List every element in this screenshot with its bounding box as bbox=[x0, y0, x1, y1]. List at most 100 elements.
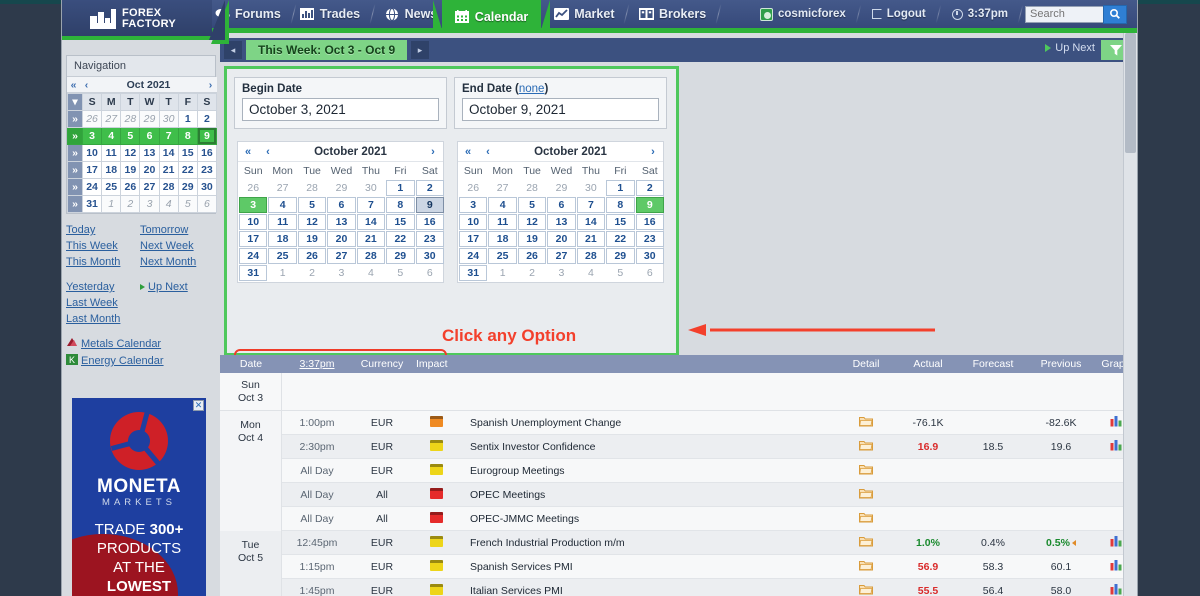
mini-day-cell[interactable]: 31 bbox=[81, 195, 103, 213]
sidebar-link-next-week[interactable]: Next Week bbox=[140, 240, 194, 252]
nav-tab-brokers[interactable]: Brokers bbox=[626, 0, 722, 28]
vertical-scrollbar[interactable] bbox=[1123, 33, 1137, 596]
mini-calendar-week-row[interactable]: » 31 1 2 3 4 5 6 bbox=[67, 195, 218, 213]
big-day-cell[interactable]: 27 bbox=[547, 248, 576, 264]
sidebar-link-tomorrow[interactable]: Tomorrow bbox=[140, 224, 188, 236]
mini-day-cell[interactable]: 26 bbox=[120, 178, 141, 196]
mini-day-cell[interactable]: 14 bbox=[158, 144, 179, 162]
big-day-cell[interactable]: 24 bbox=[459, 248, 488, 264]
sidebar-link-next-month[interactable]: Next Month bbox=[140, 256, 196, 268]
clock-display[interactable]: 3:37pm bbox=[939, 0, 1024, 28]
big-day-cell[interactable]: 30 bbox=[635, 248, 664, 264]
big-day-cell[interactable]: 24 bbox=[239, 248, 268, 264]
sidebar-link-this-month[interactable]: This Month bbox=[66, 256, 120, 268]
search-button[interactable] bbox=[1103, 4, 1127, 24]
big-day-cell[interactable]: 6 bbox=[327, 197, 356, 213]
big-day-cell[interactable]: 5 bbox=[297, 197, 327, 213]
search-input[interactable] bbox=[1025, 5, 1103, 23]
big-day-cell[interactable]: 1 bbox=[606, 180, 635, 196]
big-day-cell[interactable]: 4 bbox=[488, 197, 517, 213]
event-detail-button[interactable] bbox=[835, 559, 897, 574]
mini-prev-month-button[interactable]: ‹ bbox=[80, 79, 93, 91]
big-day-cell[interactable]: 23 bbox=[635, 231, 664, 247]
big-day-cell[interactable]: 16 bbox=[635, 214, 664, 230]
sidebar-link-energy-calendar[interactable]: Energy Calendar bbox=[81, 355, 164, 367]
begin-cal-prev-month-button[interactable]: ‹ bbox=[258, 146, 278, 158]
event-title[interactable]: Eurogroup Meetings bbox=[460, 465, 835, 477]
calendar-event-row[interactable]: All Day All OPEC Meetings bbox=[282, 483, 1137, 507]
mini-day-cell[interactable]: 28 bbox=[120, 110, 141, 128]
end-date-none-link[interactable]: none bbox=[519, 83, 545, 95]
mini-day-cell[interactable]: 4 bbox=[101, 127, 122, 145]
mini-day-cell[interactable]: 30 bbox=[196, 178, 218, 196]
mini-day-cell[interactable]: 10 bbox=[81, 144, 103, 162]
sidebar-link-yesterday[interactable]: Yesterday bbox=[66, 281, 115, 293]
mini-day-cell[interactable]: 24 bbox=[81, 178, 103, 196]
big-day-cell[interactable]: 17 bbox=[459, 231, 488, 247]
mini-day-cell[interactable]: 13 bbox=[139, 144, 160, 162]
big-day-cell[interactable]: 23 bbox=[415, 231, 444, 247]
mini-week-select-button[interactable]: » bbox=[67, 144, 83, 162]
big-day-cell[interactable]: 7 bbox=[576, 197, 606, 213]
big-day-cell[interactable]: 3 bbox=[239, 197, 268, 213]
big-day-cell[interactable]: 2 bbox=[415, 180, 444, 196]
big-day-cell[interactable]: 30 bbox=[415, 248, 444, 264]
mini-week-select-button[interactable]: » bbox=[67, 110, 83, 128]
mini-day-cell[interactable]: 3 bbox=[81, 127, 103, 145]
mini-week-select-button[interactable]: » bbox=[67, 127, 83, 145]
end-cal-prev-year-button[interactable]: « bbox=[458, 146, 478, 158]
mini-day-cell[interactable]: 18 bbox=[101, 161, 122, 179]
scrollbar-thumb[interactable] bbox=[1125, 33, 1136, 153]
big-day-cell[interactable]: 14 bbox=[356, 214, 386, 230]
mini-day-cell[interactable]: 6 bbox=[196, 195, 218, 213]
next-week-button[interactable]: ▸ bbox=[411, 41, 429, 59]
current-week-title[interactable]: This Week: Oct 3 - Oct 9 bbox=[246, 40, 408, 60]
mini-day-cell[interactable]: 15 bbox=[177, 144, 198, 162]
mini-day-cell[interactable]: 16 bbox=[196, 144, 218, 162]
event-title[interactable]: OPEC Meetings bbox=[460, 489, 835, 501]
event-detail-button[interactable] bbox=[835, 583, 897, 596]
mini-calendar-week-row[interactable]: » 26 27 28 29 30 1 2 bbox=[67, 110, 218, 128]
nav-tab-calendar[interactable]: Calendar bbox=[432, 0, 550, 33]
begin-cal-prev-year-button[interactable]: « bbox=[238, 146, 258, 158]
big-day-cell[interactable]: 31 bbox=[239, 265, 268, 281]
mini-day-cell[interactable]: 27 bbox=[101, 110, 122, 128]
big-day-cell[interactable]: 17 bbox=[239, 231, 268, 247]
mini-day-cell[interactable]: 17 bbox=[81, 161, 103, 179]
event-detail-button[interactable] bbox=[835, 463, 897, 478]
ad-close-button[interactable]: ✕ bbox=[193, 400, 204, 411]
event-detail-button[interactable] bbox=[835, 487, 897, 502]
mini-day-cell[interactable]: 21 bbox=[158, 161, 179, 179]
big-day-cell[interactable]: 11 bbox=[268, 214, 297, 230]
mini-day-cell[interactable]: 25 bbox=[101, 178, 122, 196]
mini-day-cell[interactable]: 23 bbox=[196, 161, 218, 179]
big-day-cell[interactable]: 20 bbox=[547, 231, 576, 247]
big-day-cell[interactable]: 31 bbox=[459, 265, 488, 281]
sidebar-special-link[interactable]: K Energy Calendar bbox=[66, 353, 216, 370]
logout-link[interactable]: Logout bbox=[859, 0, 941, 28]
mini-week-select-button[interactable]: » bbox=[67, 178, 83, 196]
calendar-event-row[interactable]: 1:15pm EUR Spanish Services PMI 56.9 58.3 60.… bbox=[282, 555, 1137, 579]
event-detail-button[interactable] bbox=[835, 415, 897, 430]
mini-day-cell[interactable]: 29 bbox=[177, 178, 198, 196]
big-day-cell[interactable]: 26 bbox=[297, 248, 327, 264]
big-day-cell[interactable]: 7 bbox=[356, 197, 386, 213]
big-day-cell[interactable]: 22 bbox=[386, 231, 415, 247]
big-day-cell[interactable]: 27 bbox=[327, 248, 356, 264]
begin-date-input[interactable] bbox=[242, 98, 439, 121]
event-title[interactable]: Sentix Investor Confidence bbox=[460, 441, 835, 453]
big-day-cell[interactable]: 12 bbox=[297, 214, 327, 230]
mini-day-cell[interactable]: 5 bbox=[120, 127, 141, 145]
end-cal-prev-month-button[interactable]: ‹ bbox=[478, 146, 498, 158]
mini-calendar-week-row[interactable]: » 17 18 19 20 21 22 23 bbox=[67, 161, 218, 179]
big-day-cell[interactable]: 29 bbox=[386, 248, 415, 264]
calendar-event-row[interactable]: 1:00pm EUR Spanish Unemployment Change -76.… bbox=[282, 411, 1137, 435]
mini-day-cell[interactable]: 3 bbox=[139, 195, 160, 213]
big-day-cell[interactable]: 21 bbox=[576, 231, 606, 247]
sidebar-link-metals-calendar[interactable]: Metals Calendar bbox=[81, 338, 161, 350]
big-day-cell[interactable]: 5 bbox=[517, 197, 547, 213]
advertisement-banner[interactable]: ✕ MONETA MARKETS TRADE 300+ PRODUCTS AT … bbox=[72, 398, 206, 596]
event-detail-button[interactable] bbox=[835, 511, 897, 526]
mini-day-cell[interactable]: 30 bbox=[158, 110, 179, 128]
end-date-input[interactable] bbox=[462, 98, 659, 121]
